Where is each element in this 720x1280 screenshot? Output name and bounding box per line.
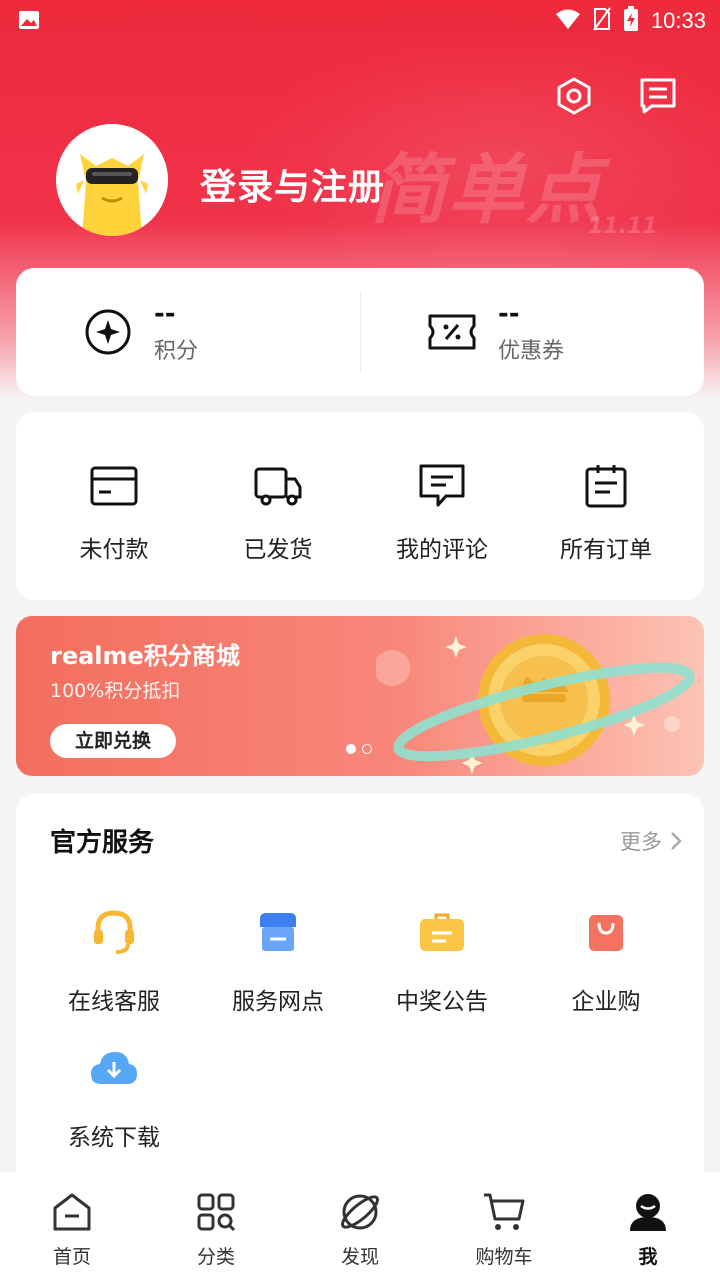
store-icon [260,913,296,951]
service-enterprise-purchase[interactable]: 企业购 [520,904,692,1016]
carousel-indicator [346,744,372,754]
prize-bag-icon [420,913,464,951]
points-mall-banner[interactable]: realme积分商城 100%积分抵扣 立即兑换 [16,616,704,776]
tab-cart[interactable]: 购物车 [432,1188,576,1269]
settings-icon [557,77,591,115]
planet-icon [341,1194,379,1230]
tab-discover[interactable]: 发现 [288,1188,432,1269]
banner-title: realme积分商城 [50,642,240,670]
redeem-button[interactable]: 立即兑换 [50,724,176,758]
order-unpaid-label: 未付款 [79,537,149,563]
coupon-label: 优惠券 [498,339,565,364]
tab-category-label: 分类 [196,1246,235,1268]
no-sim-icon [593,7,611,35]
coin-planet-illustration [376,634,695,774]
headset-icon [94,910,134,954]
cart-icon [484,1193,525,1230]
stats-card: -- 积分 -- 优惠券 [16,268,704,396]
service-prize-announcement[interactable]: 中奖公告 [356,904,528,1016]
shopping-bag-icon [589,915,623,951]
service-online-support-label: 在线客服 [68,989,160,1015]
carousel-dot [362,744,372,754]
order-reviews[interactable]: 我的评论 [356,462,528,564]
battery-charging-icon [623,6,639,36]
message-icon [640,78,676,114]
service-system-download[interactable]: 系统下载 [28,1040,200,1152]
services-title: 官方服务 [50,828,155,858]
stats-divider [360,292,361,372]
settings-button[interactable] [552,74,596,118]
profile-icon [630,1194,666,1231]
service-store-locator[interactable]: 服务网点 [192,904,364,1016]
coupon-icon [426,306,478,358]
wifi-icon [555,8,581,34]
gallery-notification-icon [18,10,40,34]
service-prize-announcement-label: 中奖公告 [396,989,488,1015]
order-shipped[interactable]: 已发货 [192,462,364,564]
carousel-dot [346,744,356,754]
tab-discover-label: 发现 [340,1246,379,1268]
comment-icon [419,464,465,507]
service-enterprise-purchase-label: 企业购 [571,989,641,1015]
tab-home-label: 首页 [52,1246,91,1268]
header-actions [552,74,680,118]
chevron-right-icon [671,832,682,850]
official-services-card: 官方服务 更多 在线客服 服务网点 中奖公告 企业购 系统下载 [16,794,704,1194]
order-all-label: 所有订单 [560,537,652,563]
tab-me-label: 我 [638,1246,658,1268]
points-label: 积分 [154,339,199,364]
services-more-link[interactable]: 更多 [620,826,682,856]
home-icon [53,1193,91,1231]
header-watermark: 简单点 [370,145,604,234]
coupon-value: -- [498,299,520,329]
header-watermark-date: 11.11 [588,214,658,239]
order-shipped-label: 已发货 [243,537,313,563]
login-register-link[interactable]: 登录与注册 [200,158,385,210]
avatar[interactable] [56,124,168,236]
status-bar: 10:33 [0,0,720,40]
orders-card: 未付款 已发货 我的评论 所有订单 [16,412,704,600]
banner-subtitle: 100%积分抵扣 [50,680,181,702]
coupon-stat[interactable]: -- 优惠券 [426,268,564,396]
points-value: -- [154,299,176,329]
service-online-support[interactable]: 在线客服 [28,904,200,1016]
order-unpaid[interactable]: 未付款 [28,462,200,564]
card-icon [90,466,138,506]
messages-button[interactable] [636,74,680,118]
services-more-label: 更多 [620,830,662,854]
service-system-download-label: 系统下载 [68,1125,160,1151]
points-stat[interactable]: -- 积分 [82,268,198,396]
category-icon [197,1193,236,1232]
tab-home[interactable]: 首页 [0,1188,144,1269]
order-list-icon [585,465,627,508]
truck-icon [254,467,302,506]
cloud-download-icon [91,1052,137,1084]
tab-me[interactable]: 我 [576,1188,720,1269]
tab-category[interactable]: 分类 [144,1188,288,1269]
order-reviews-label: 我的评论 [396,537,488,563]
points-icon [82,306,134,358]
tab-cart-label: 购物车 [475,1246,533,1268]
clock: 10:33 [650,8,706,33]
bottom-tab-bar: 首页 分类 发现 购物车 我 [0,1172,720,1280]
mascot-avatar-icon [56,124,168,236]
order-all[interactable]: 所有订单 [520,462,692,564]
service-store-locator-label: 服务网点 [232,989,324,1015]
